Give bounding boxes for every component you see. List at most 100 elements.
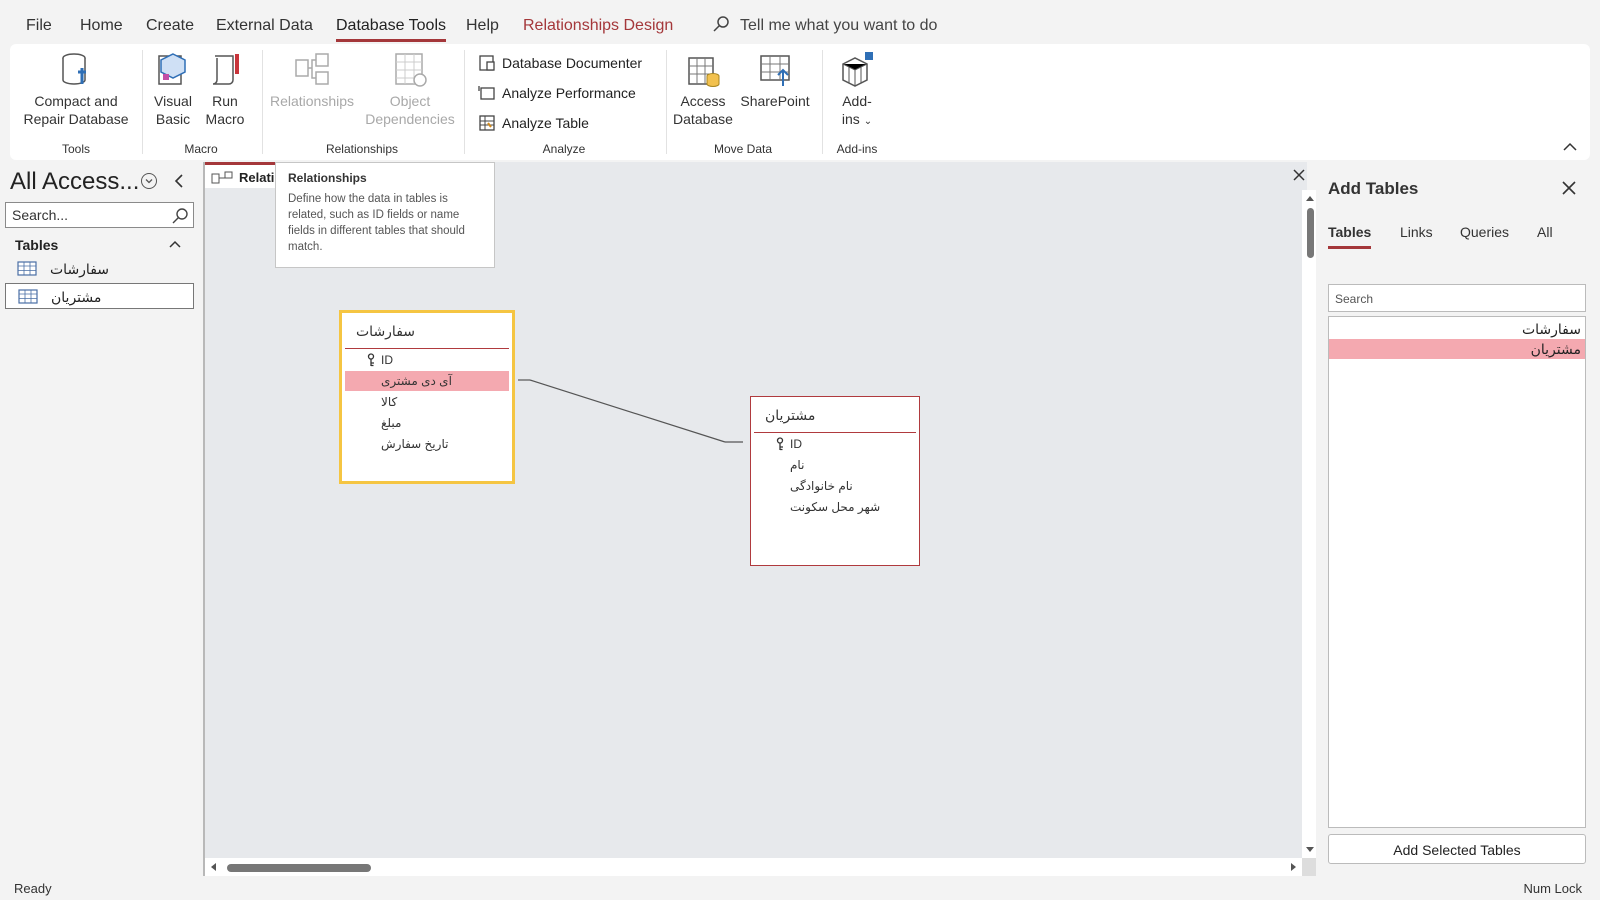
- add-ins-button[interactable]: Add- ins ⌄: [830, 50, 884, 131]
- tab-all[interactable]: All: [1537, 224, 1553, 240]
- field-row[interactable]: آی دی مشتری: [345, 371, 509, 391]
- group-tools: Compact and Repair Database Tools: [10, 44, 142, 160]
- separator: [464, 50, 465, 154]
- run-macro-button[interactable]: Run Macro: [200, 50, 250, 128]
- nav-dropdown-icon[interactable]: [141, 173, 157, 189]
- menu-create[interactable]: Create: [146, 17, 194, 35]
- sharepoint-button[interactable]: SharePoint: [736, 50, 814, 110]
- table-icon: [17, 261, 37, 276]
- add-tables-search-input[interactable]: Search: [1328, 284, 1586, 312]
- add-selected-tables-button[interactable]: Add Selected Tables: [1328, 834, 1586, 864]
- database-wrench-icon: [62, 53, 86, 85]
- search-icon: [713, 16, 729, 32]
- horizontal-scrollbar[interactable]: [205, 858, 1302, 876]
- menu-home[interactable]: Home: [80, 17, 123, 35]
- field-row[interactable]: تاریخ سفارش: [345, 434, 509, 454]
- chevron-up-icon[interactable]: [168, 238, 182, 250]
- vertical-scroll-thumb[interactable]: [1307, 208, 1314, 258]
- field-name: آی دی مشتری: [381, 374, 452, 388]
- visual-basic-button[interactable]: Visual Basic: [148, 50, 198, 128]
- nav-item-table[interactable]: مشتریان: [5, 283, 194, 309]
- status-bar: Ready Num Lock: [0, 876, 1600, 900]
- object-dependencies-button[interactable]: Object Dependencies: [362, 50, 458, 128]
- field-row[interactable]: مبلغ: [345, 413, 509, 433]
- nav-pane-title[interactable]: All Access...: [10, 168, 139, 196]
- analyze-table-button[interactable]: Analyze Table: [478, 114, 589, 132]
- nav-section-tables[interactable]: Tables: [15, 237, 58, 253]
- relationships-button[interactable]: Relationships: [266, 50, 358, 110]
- compact-repair-button[interactable]: Compact and Repair Database: [16, 50, 136, 128]
- sharepoint-label: SharePoint: [740, 93, 810, 109]
- field-name: مبلغ: [381, 416, 402, 430]
- tell-me-text: Tell me what you want to do: [740, 17, 938, 34]
- scroll-right-icon[interactable]: [1288, 859, 1300, 875]
- object-dependencies-label-1: Object: [389, 93, 431, 109]
- tab-tables[interactable]: Tables: [1328, 224, 1372, 249]
- object-dependencies-label-2: Dependencies: [365, 111, 455, 127]
- field-row[interactable]: شهر محل سکونت: [754, 497, 916, 517]
- add-tables-list: سفارشات مشتریان: [1328, 316, 1586, 828]
- list-item-selected[interactable]: مشتریان: [1329, 339, 1585, 359]
- field-row[interactable]: کالا: [345, 392, 509, 412]
- list-item[interactable]: سفارشات: [1329, 319, 1585, 339]
- menu-database-tools[interactable]: Database Tools: [336, 17, 446, 42]
- group-label-addins: Add-ins: [836, 142, 878, 156]
- search-icon[interactable]: [171, 207, 189, 225]
- sharepoint-icon: [760, 55, 790, 86]
- tab-links[interactable]: Links: [1400, 224, 1433, 240]
- menu-external-data[interactable]: External Data: [216, 17, 313, 35]
- access-database-label-1: Access: [680, 93, 726, 109]
- field-name: کالا: [381, 395, 398, 409]
- relationships-label: Relationships: [269, 93, 355, 109]
- close-icon[interactable]: [1561, 180, 1577, 196]
- nav-item-table[interactable]: سفارشات: [5, 256, 194, 282]
- table-window-title: سفارشات: [356, 323, 416, 339]
- num-lock-indicator: Num Lock: [1523, 881, 1582, 896]
- navigation-pane: All Access... Search... Tables سفارشات م…: [0, 162, 198, 876]
- field-row[interactable]: نام: [754, 455, 916, 475]
- analyze-performance-button[interactable]: Analyze Performance: [478, 84, 636, 102]
- object-dependencies-icon: [395, 53, 427, 87]
- visual-basic-label-2: Basic: [155, 111, 191, 127]
- visual-basic-label-1: Visual: [154, 93, 192, 109]
- tab-queries[interactable]: Queries: [1460, 224, 1509, 240]
- horizontal-scroll-thumb[interactable]: [227, 864, 371, 872]
- field-name: نام خانوادگی: [790, 479, 853, 493]
- separator: [822, 50, 823, 154]
- field-row[interactable]: ID: [754, 434, 916, 454]
- field-row[interactable]: ID: [345, 350, 509, 370]
- table-window-orders[interactable]: سفارشات ID آی دی مشتری کالا مبلغ تاریخ س…: [339, 310, 515, 484]
- menu-file[interactable]: File: [26, 17, 52, 35]
- access-database-icon: [688, 57, 720, 87]
- run-macro-label-2: Macro: [205, 111, 245, 127]
- table-window-customers[interactable]: مشتریان ID نام نام خانوادگی شهر محل سکون…: [750, 396, 920, 566]
- shutter-bar-close-icon[interactable]: [171, 172, 189, 190]
- group-label-tools: Tools: [61, 142, 90, 156]
- nav-item-label: مشتریان: [51, 289, 102, 305]
- separator: [262, 50, 263, 154]
- performance-icon: [478, 86, 495, 100]
- table-icon: [18, 289, 38, 304]
- menu-help[interactable]: Help: [466, 17, 499, 35]
- group-label-analyze: Analyze: [542, 142, 586, 156]
- analyze-performance-label: Analyze Performance: [502, 85, 636, 101]
- field-name: ID: [381, 353, 393, 367]
- group-addins: Add- ins ⌄ Add-ins: [824, 44, 890, 160]
- table-window-divider: [345, 348, 509, 349]
- menu-relationships-design[interactable]: Relationships Design: [523, 17, 673, 35]
- tell-me-box[interactable]: Tell me what you want to do: [712, 15, 937, 35]
- add-tables-pane: Add Tables Tables Links Queries All Sear…: [1316, 162, 1600, 876]
- run-macro-label-1: Run: [212, 93, 238, 109]
- field-row[interactable]: نام خانوادگی: [754, 476, 916, 496]
- nav-search-input[interactable]: Search...: [5, 202, 194, 228]
- collapse-ribbon-icon[interactable]: [1562, 140, 1578, 154]
- database-documenter-button[interactable]: Database Documenter: [478, 54, 642, 72]
- group-label-move-data: Move Data: [713, 142, 773, 156]
- access-database-button[interactable]: Access Database: [672, 50, 734, 128]
- group-macro: Visual Basic Run Macro Macro: [144, 44, 258, 160]
- add-tables-title: Add Tables: [1328, 179, 1419, 198]
- ribbon: Compact and Repair Database Tools Visual…: [10, 44, 1590, 160]
- group-move-data: Access Database SharePoint Move Data: [668, 44, 818, 160]
- compact-label-1: Compact and: [34, 93, 118, 109]
- scroll-left-icon[interactable]: [207, 859, 219, 875]
